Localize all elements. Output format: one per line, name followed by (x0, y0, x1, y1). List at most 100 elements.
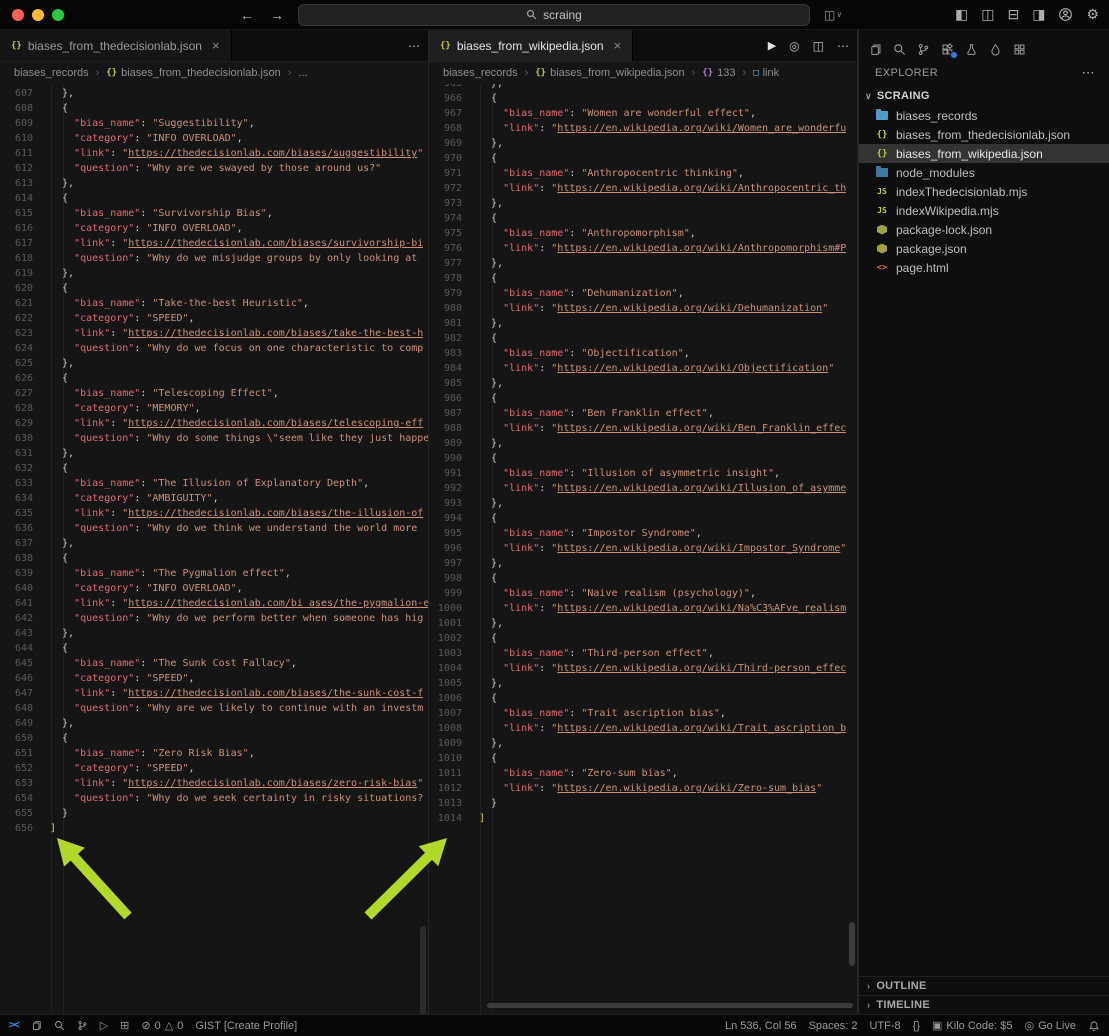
explorer-item[interactable]: package-lock.json (859, 220, 1109, 239)
code-line[interactable]: 971 "bias_name": "Anthropocentric thinki… (429, 166, 857, 181)
code-line[interactable]: 620 { (0, 281, 428, 296)
more-actions-icon[interactable]: ⋯ (837, 39, 849, 53)
code-line[interactable]: 612 "question": "Why are we swayed by th… (0, 161, 428, 176)
editor-left[interactable]: 607 }, 608 {609 "bias_name": "Suggestibil… (0, 84, 428, 1014)
code-line[interactable]: 968 "link": "https://en.wikipedia.org/wi… (429, 121, 857, 136)
close-icon[interactable]: × (614, 38, 622, 53)
explorer-item[interactable]: {} biases_from_wikipedia.json (859, 144, 1109, 163)
grid-icon[interactable] (1013, 43, 1026, 56)
code-line[interactable]: 990 { (429, 451, 857, 466)
code-line[interactable]: 1009 }, (429, 736, 857, 751)
code-line[interactable]: 614 { (0, 191, 428, 206)
code-line[interactable]: 629 "link": "https://thedecisionlab.com/… (0, 416, 428, 431)
code-line[interactable]: 1011 "bias_name": "Zero-sum bias", (429, 766, 857, 781)
breadcrumb-item[interactable]: biases_records (14, 67, 89, 79)
toggle-sidebar-icon[interactable]: ◧ (955, 6, 968, 23)
code-line[interactable]: 981 }, (429, 316, 857, 331)
code-line[interactable]: 1005 }, (429, 676, 857, 691)
search-icon[interactable] (54, 1020, 65, 1031)
search-icon[interactable] (893, 43, 906, 56)
code-line[interactable]: 637 }, (0, 536, 428, 551)
breadcrumb-item[interactable]: biases_records (443, 67, 518, 79)
notifications-bell-icon[interactable] (1088, 1020, 1100, 1032)
code-line[interactable]: 999 "bias_name": "Naive realism (psychol… (429, 586, 857, 601)
code-line[interactable]: 989 }, (429, 436, 857, 451)
outline-section[interactable]: › OUTLINE (859, 976, 1109, 995)
code-line[interactable]: 641 "link": "https://thedecisionlab.com/… (0, 596, 428, 611)
indentation-setting[interactable]: Spaces: 2 (809, 1020, 858, 1032)
explorer-item[interactable]: JS indexWikipedia.mjs (859, 201, 1109, 220)
extensions-icon[interactable] (941, 43, 958, 59)
code-line[interactable]: 631 }, (0, 446, 428, 461)
toggle-panel-icon[interactable]: ⊟ (1007, 6, 1019, 23)
code-line[interactable]: 619 }, (0, 266, 428, 281)
code-line[interactable]: 634 "category": "AMBIGUITY", (0, 491, 428, 506)
vertical-scrollbar[interactable] (420, 926, 426, 1014)
code-line[interactable]: 626 { (0, 371, 428, 386)
code-line[interactable]: 609 "bias_name": "Suggestibility", (0, 116, 428, 131)
code-line[interactable]: 617 "link": "https://thedecisionlab.com/… (0, 236, 428, 251)
code-line[interactable]: 1001 }, (429, 616, 857, 631)
code-line[interactable]: 992 "link": "https://en.wikipedia.org/wi… (429, 481, 857, 496)
code-line[interactable]: 651 "bias_name": "Zero Risk Bias", (0, 746, 428, 761)
code-line[interactable]: 993 }, (429, 496, 857, 511)
code-line[interactable]: 977 }, (429, 256, 857, 271)
code-line[interactable]: 646 "category": "SPEED", (0, 671, 428, 686)
testing-icon[interactable] (965, 43, 978, 56)
code-line[interactable]: 972 "link": "https://en.wikipedia.org/wi… (429, 181, 857, 196)
cursor-position[interactable]: Ln 536, Col 56 (725, 1020, 797, 1032)
copy-icon[interactable] (31, 1020, 42, 1031)
code-line[interactable]: 645 "bias_name": "The Sunk Cost Fallacy"… (0, 656, 428, 671)
minimize-window-button[interactable] (32, 8, 44, 21)
code-line[interactable]: 611 "link": "https://thedecisionlab.com/… (0, 146, 428, 161)
code-line[interactable]: 973 }, (429, 196, 857, 211)
grid-icon[interactable]: ⊞ (120, 1019, 129, 1032)
explorer-item[interactable]: {} biases_from_thedecisionlab.json (859, 125, 1109, 144)
code-line[interactable]: 986 { (429, 391, 857, 406)
code-line[interactable]: 636 "question": "Why do we think we unde… (0, 521, 428, 536)
code-line[interactable]: 643 }, (0, 626, 428, 641)
code-line[interactable]: 642 "question": "Why do we perform bette… (0, 611, 428, 626)
code-line[interactable]: 988 "link": "https://en.wikipedia.org/wi… (429, 421, 857, 436)
code-line[interactable]: 1003 "bias_name": "Third-person effect", (429, 646, 857, 661)
breadcrumb-item[interactable]: □ link (753, 67, 779, 79)
code-line[interactable]: 630 "question": "Why do some things \"se… (0, 431, 428, 446)
explorer-item[interactable]: <> page.html (859, 258, 1109, 277)
code-line[interactable]: 616 "category": "INFO OVERLOAD", (0, 221, 428, 236)
breadcrumb-item[interactable]: {} biases_from_thedecisionlab.json (106, 67, 280, 79)
code-line[interactable]: 975 "bias_name": "Anthropomorphism", (429, 226, 857, 241)
tab-biases-from-wikipedia[interactable]: {} biases_from_wikipedia.json × (429, 30, 634, 61)
code-line[interactable]: 655 } (0, 806, 428, 821)
editor-layout-dropdown[interactable]: ◫ ∨ (824, 8, 842, 22)
code-line[interactable]: 1000 "link": "https://en.wikipedia.org/w… (429, 601, 857, 616)
explorer-item[interactable]: JS indexThedecisionlab.mjs (859, 182, 1109, 201)
code-line[interactable]: 1012 "link": "https://en.wikipedia.org/w… (429, 781, 857, 796)
code-line[interactable]: 991 "bias_name": "Illusion of asymmetric… (429, 466, 857, 481)
code-line[interactable]: 1007 "bias_name": "Trait ascription bias… (429, 706, 857, 721)
code-line[interactable]: 635 "link": "https://thedecisionlab.com/… (0, 506, 428, 521)
code-line[interactable]: 1013 } (429, 796, 857, 811)
code-line[interactable]: 648 "question": "Why are we likely to co… (0, 701, 428, 716)
code-line[interactable]: 998 { (429, 571, 857, 586)
zoom-window-button[interactable] (52, 8, 64, 21)
close-window-button[interactable] (12, 8, 24, 21)
files-icon[interactable] (869, 43, 882, 56)
code-line[interactable]: 976 "link": "https://en.wikipedia.org/wi… (429, 241, 857, 256)
git-branch-icon[interactable] (77, 1020, 88, 1031)
play-icon[interactable]: ▷ (100, 1019, 108, 1032)
code-line[interactable]: 966 { (429, 91, 857, 106)
code-line[interactable]: 613 }, (0, 176, 428, 191)
code-line[interactable]: 627 "bias_name": "Telescoping Effect", (0, 386, 428, 401)
gist-status[interactable]: GIST [Create Profile] (195, 1020, 297, 1032)
code-line[interactable]: 607 }, (0, 86, 428, 101)
language-mode[interactable]: {} (913, 1020, 920, 1032)
code-line[interactable]: 979 "bias_name": "Dehumanization", (429, 286, 857, 301)
code-line[interactable]: 987 "bias_name": "Ben Franklin effect", (429, 406, 857, 421)
theme-droplet-icon[interactable] (989, 43, 1002, 56)
code-line[interactable]: 967 "bias_name": "Women are wonderful ef… (429, 106, 857, 121)
code-line[interactable]: 628 "category": "MEMORY", (0, 401, 428, 416)
workspace-row[interactable]: ∨ SCRAING (859, 86, 1109, 106)
code-line[interactable]: 647 "link": "https://thedecisionlab.com/… (0, 686, 428, 701)
code-line[interactable]: 985 }, (429, 376, 857, 391)
explorer-item[interactable]: node_modules (859, 163, 1109, 182)
